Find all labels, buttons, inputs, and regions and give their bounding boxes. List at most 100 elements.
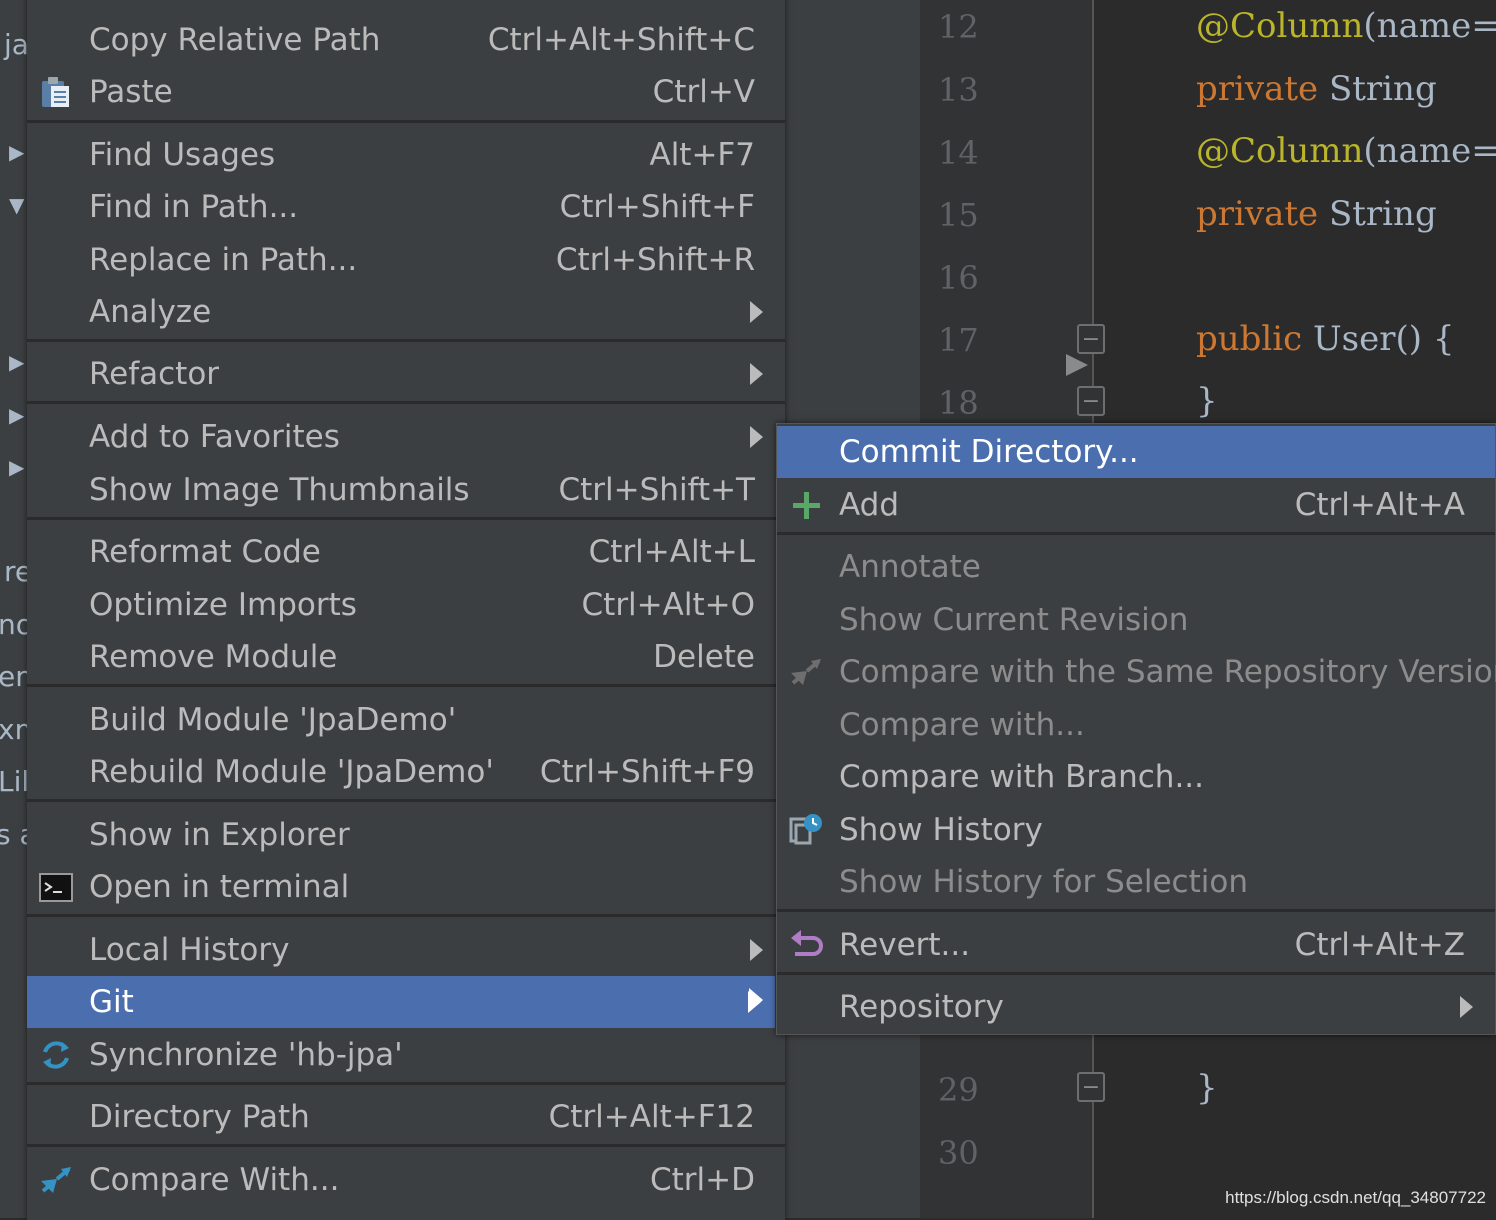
project-tree-fragment[interactable]: s a: [0, 818, 30, 851]
menu-item-add[interactable]: Add Ctrl+Alt+A: [777, 479, 1495, 531]
submenu-arrow-icon: [750, 363, 763, 385]
menu-item-label: Revert...: [839, 927, 971, 963]
menu-item-label: Find in Path...: [89, 189, 299, 225]
line-number: 29: [938, 1071, 979, 1109]
menu-separator: [27, 1082, 785, 1085]
project-tree-fragment[interactable]: xm: [0, 713, 30, 746]
menu-item-show-current-revision[interactable]: Show Current Revision: [777, 594, 1495, 646]
plus-icon: [793, 492, 820, 519]
tree-expand-icon[interactable]: ▶: [9, 403, 24, 427]
project-tree-fragment[interactable]: ja: [4, 28, 29, 61]
menu-item-compare-with-branch[interactable]: Compare with Branch...: [777, 751, 1495, 803]
menu-item-label: Paste: [89, 74, 173, 110]
menu-item-build-module[interactable]: Build Module 'JpaDemo': [27, 694, 785, 746]
line-number: 16: [938, 259, 979, 297]
menu-item-paste[interactable]: Paste Ctrl+V: [27, 66, 785, 118]
menu-item-annotate[interactable]: Annotate: [777, 541, 1495, 593]
menu-item-shortcut: Ctrl+Alt+O: [581, 587, 755, 623]
code-line[interactable]: @Column(name="p: [1196, 131, 1496, 171]
annotation-token: @Column: [1196, 131, 1364, 171]
menu-separator: [27, 120, 785, 123]
menu-item-shortcut: Ctrl+Alt+F12: [548, 1099, 755, 1135]
fold-end-icon[interactable]: −: [1077, 1072, 1105, 1102]
code-token: User() {: [1302, 319, 1455, 359]
menu-item-find-usages[interactable]: Find Usages Alt+F7: [27, 129, 785, 181]
menu-item-repository[interactable]: Repository: [777, 981, 1495, 1033]
menu-item-show-image-thumbnails[interactable]: Show Image Thumbnails Ctrl+Shift+T: [27, 464, 785, 516]
line-number: 12: [938, 8, 979, 46]
menu-item-label: Find Usages: [89, 137, 276, 173]
menu-item-replace-in-path[interactable]: Replace in Path... Ctrl+Shift+R: [27, 234, 785, 286]
watermark: https://blog.csdn.net/qq_34807722: [1225, 1188, 1486, 1207]
menu-item-shortcut: Delete: [653, 639, 755, 675]
menu-item-show-history-for-selection[interactable]: Show History for Selection: [777, 856, 1495, 908]
tree-collapse-icon[interactable]: ▼: [9, 193, 24, 217]
menu-item-label: Add: [839, 487, 900, 523]
terminal-icon: [39, 873, 73, 902]
menu-item-copy-relative-path[interactable]: Copy Relative Path Ctrl+Alt+Shift+C: [27, 14, 785, 66]
project-tree-fragment[interactable]: no: [0, 608, 30, 641]
menu-item-git[interactable]: Git: [27, 976, 775, 1028]
line-number: 30: [938, 1134, 979, 1172]
git-submenu: Commit Directory... Add Ctrl+Alt+A Annot…: [776, 423, 1496, 1035]
menu-item-shortcut: Ctrl+Shift+R: [555, 242, 755, 278]
menu-item-label: Replace in Path...: [89, 242, 358, 278]
menu-item-shortcut: Ctrl+Alt+Z: [1294, 927, 1465, 963]
code-line[interactable]: }: [1196, 381, 1218, 421]
tree-expand-icon[interactable]: ▶: [9, 140, 24, 164]
mouse-cursor-icon: [749, 988, 763, 1012]
menu-item-label: Compare With...: [89, 1162, 340, 1198]
annotation-token: @Column: [1196, 6, 1364, 46]
project-tree-fragment[interactable]: em: [0, 660, 30, 693]
menu-item-compare-same-repo-version[interactable]: Compare with the Same Repository Version: [777, 646, 1496, 698]
menu-item-shortcut: Ctrl+Shift+F9: [539, 754, 755, 790]
menu-item-synchronize[interactable]: Synchronize 'hb-jpa': [27, 1029, 785, 1081]
code-line[interactable]: public User() {: [1196, 319, 1454, 359]
submenu-arrow-icon: [750, 939, 763, 961]
code-line[interactable]: }: [1196, 1068, 1218, 1108]
menu-item-compare-with[interactable]: Compare with...: [777, 699, 1495, 751]
menu-item-label: Optimize Imports: [89, 587, 357, 623]
menu-item-label: Analyze: [89, 294, 212, 330]
menu-item-label: Reformat Code: [89, 534, 321, 570]
menu-item-remove-module[interactable]: Remove Module Delete: [27, 631, 785, 683]
menu-item-label: Show History: [839, 812, 1043, 848]
menu-item-open-in-terminal[interactable]: Open in terminal: [27, 861, 785, 913]
menu-separator: [777, 909, 1495, 912]
menu-item-directory-path[interactable]: Directory Path Ctrl+Alt+F12: [27, 1091, 785, 1143]
menu-item-commit-directory[interactable]: Commit Directory...: [777, 426, 1495, 478]
menu-item-compare-with[interactable]: Compare With... Ctrl+D: [27, 1154, 785, 1206]
code-line[interactable]: private String: [1196, 69, 1437, 109]
menu-item-label: Annotate: [839, 549, 981, 585]
line-number: 18: [938, 384, 979, 422]
fold-collapse-icon[interactable]: −: [1077, 324, 1105, 354]
menu-item-local-history[interactable]: Local History: [27, 924, 785, 976]
menu-item-reformat-code[interactable]: Reformat Code Ctrl+Alt+L: [27, 526, 785, 578]
menu-item-find-in-path[interactable]: Find in Path... Ctrl+Shift+F: [27, 181, 785, 233]
menu-item-show-in-explorer[interactable]: Show in Explorer: [27, 809, 785, 861]
menu-item-show-history[interactable]: Show History: [777, 804, 1495, 856]
project-tree-fragment[interactable]: Lil: [0, 765, 29, 798]
menu-item-label: Show Current Revision: [839, 602, 1189, 638]
implementation-marker-icon[interactable]: [1066, 354, 1088, 376]
fold-end-icon[interactable]: −: [1077, 386, 1105, 416]
code-line[interactable]: @Column(name="u: [1196, 6, 1496, 46]
tree-expand-icon[interactable]: ▶: [9, 455, 24, 479]
code-token: String: [1318, 194, 1437, 234]
menu-item-label: Show in Explorer: [89, 817, 350, 853]
menu-item-analyze[interactable]: Analyze: [27, 286, 785, 338]
menu-item-refactor[interactable]: Refactor: [27, 348, 785, 400]
keyword-token: private: [1196, 194, 1319, 234]
menu-item-rebuild-module[interactable]: Rebuild Module 'JpaDemo' Ctrl+Shift+F9: [27, 746, 785, 798]
menu-item-label: Show History for Selection: [839, 864, 1248, 900]
tree-expand-icon[interactable]: ▶: [9, 350, 24, 374]
menu-item-add-to-favorites[interactable]: Add to Favorites: [27, 411, 785, 463]
menu-item-shortcut: Ctrl+Shift+T: [558, 472, 755, 508]
menu-item-label: Build Module 'JpaDemo': [89, 702, 457, 738]
submenu-arrow-icon: [750, 426, 763, 448]
menu-item-label: Compare with...: [839, 707, 1085, 743]
menu-item-revert[interactable]: Revert... Ctrl+Alt+Z: [777, 919, 1495, 971]
menu-item-optimize-imports[interactable]: Optimize Imports Ctrl+Alt+O: [27, 579, 785, 631]
code-line[interactable]: private String: [1196, 194, 1437, 234]
code-token: (name="p: [1363, 131, 1496, 171]
